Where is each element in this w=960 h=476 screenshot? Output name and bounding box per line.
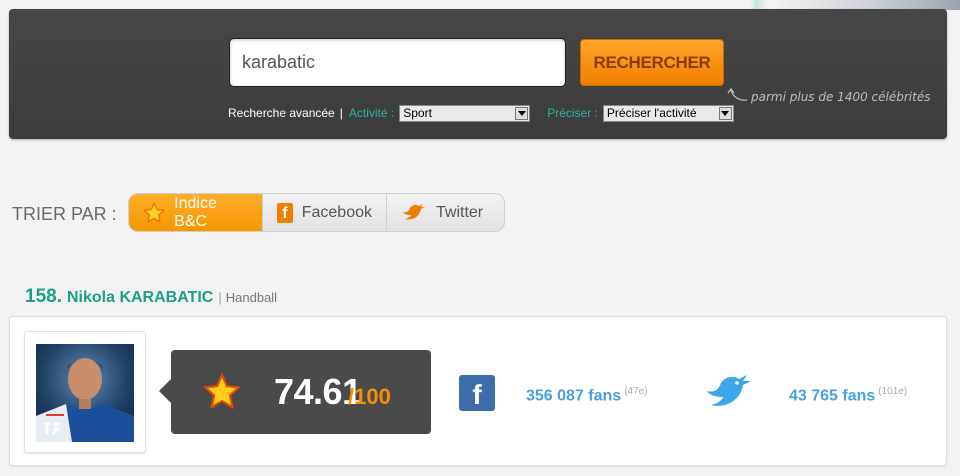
separator: | (218, 290, 222, 305)
sort-tab-label: Facebook (301, 203, 372, 221)
facebook-icon: f (277, 202, 293, 223)
sort-tab-twitter[interactable]: Twitter (387, 194, 504, 231)
score-box: 74.61 /100 (159, 350, 431, 434)
sort-tabs: Indice B&C f Facebook Twitter (128, 193, 505, 232)
curved-arrow-icon (727, 87, 748, 101)
precise-select-value: Préciser l'activité (606, 106, 697, 120)
player-photo (36, 344, 134, 442)
twitter-rank: (101e) (878, 386, 908, 397)
star-icon (143, 201, 166, 223)
facebook-rank: (47e) (624, 386, 648, 397)
activity-select-value: Sport (403, 106, 432, 120)
facebook-fans-count: 356 087 fans (526, 387, 622, 405)
facebook-icon: f (459, 375, 495, 411)
sort-tab-label: Indice B&C (174, 194, 217, 230)
search-button[interactable]: RECHERCHER (580, 39, 724, 86)
result-card: 74.61 /100 f 356 087 fans (47e) 43 765 fa… (9, 316, 947, 466)
sort-tab-label: Twitter (436, 203, 484, 221)
avatar[interactable] (24, 331, 146, 453)
advanced-search-link[interactable]: Recherche avancée (228, 106, 335, 120)
star-icon (203, 373, 241, 410)
activity-label: Activité : (348, 106, 395, 120)
search-input[interactable] (229, 38, 566, 87)
separator: | (339, 106, 343, 120)
result-category: Handball (225, 290, 278, 305)
sort-tab-indice[interactable]: Indice B&C (129, 194, 263, 231)
activity-select[interactable]: Sport (399, 104, 531, 122)
twitter-fans-count: 43 765 fans (789, 387, 876, 405)
result-title: 158. Nikola KARABATIC | Handball (25, 286, 277, 308)
sort-label: TRIER PAR : (12, 204, 117, 224)
search-panel: RECHERCHER parmi plus de 1400 célébrités… (9, 9, 947, 139)
twitter-bird-icon (707, 375, 751, 406)
precise-select[interactable]: Préciser l'activité (602, 104, 734, 122)
twitter-fans: 43 765 fans (101e) (789, 386, 907, 405)
facebook-fans: 356 087 fans (47e) (526, 386, 648, 405)
result-rank: 158. (25, 286, 62, 307)
score-max: /100 (348, 384, 391, 409)
precise-label: Préciser : (547, 106, 598, 120)
twitter-bird-icon (403, 203, 425, 219)
chevron-down-icon[interactable] (515, 106, 529, 120)
chevron-down-icon[interactable] (718, 106, 732, 120)
advanced-search-row: Recherche avancée | Activité : Sport Pré… (228, 104, 734, 122)
result-name-link[interactable]: Nikola KARABATIC (67, 289, 213, 307)
celebrity-count-hint: parmi plus de 1400 célébrités (751, 90, 931, 104)
sort-tab-facebook[interactable]: f Facebook (263, 194, 387, 231)
